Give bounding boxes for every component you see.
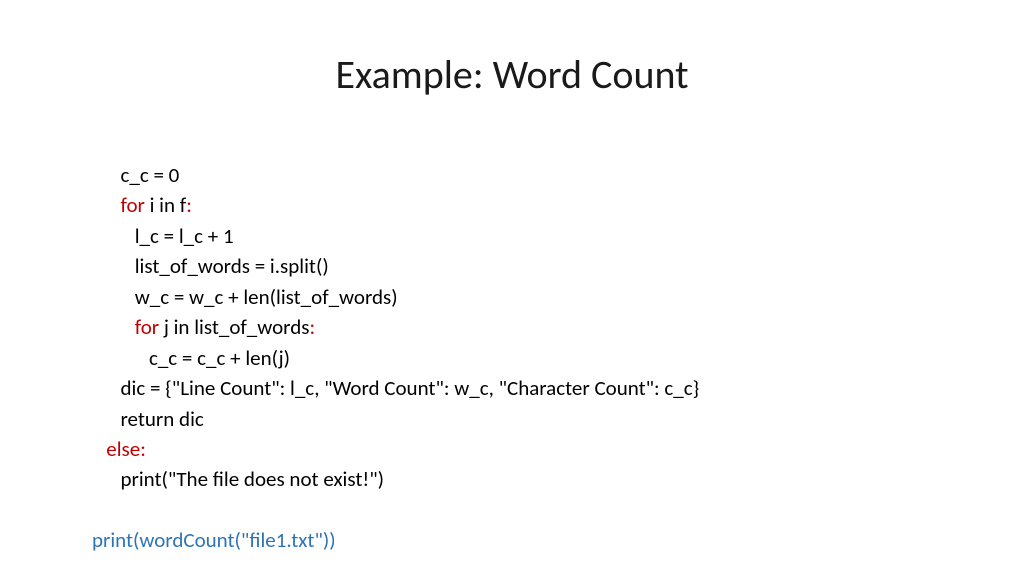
keyword-colon: :: [140, 436, 146, 462]
code-line: c_c = 0: [92, 162, 179, 188]
code-line: dic = {"Line Count": l_c, "Word Count": …: [92, 375, 699, 401]
slide: Example: Word Count c_c = 0 for i in f: …: [0, 0, 1024, 576]
keyword-for: for: [92, 314, 159, 340]
code-line: c_c = c_c + len(j): [92, 345, 290, 371]
keyword-else: else: [92, 436, 140, 462]
code-block: c_c = 0 for i in f: l_c = l_c + 1 list_o…: [92, 160, 699, 556]
slide-title: Example: Word Count: [0, 50, 1024, 99]
keyword-colon: :: [186, 192, 192, 218]
code-line: l_c = l_c + 1: [92, 223, 234, 249]
code-line: list_of_words = i.split(): [92, 253, 329, 279]
keyword-colon: :: [309, 314, 315, 340]
code-line: print("The file does not exist!"): [92, 466, 384, 492]
code-line: w_c = w_c + len(list_of_words): [92, 284, 398, 310]
code-text: i in f: [145, 192, 186, 218]
code-text: j in list_of_words: [159, 314, 309, 340]
code-line: return dic: [92, 406, 204, 432]
keyword-for: for: [92, 192, 145, 218]
function-call: print(wordCount("file1.txt")): [92, 527, 336, 553]
